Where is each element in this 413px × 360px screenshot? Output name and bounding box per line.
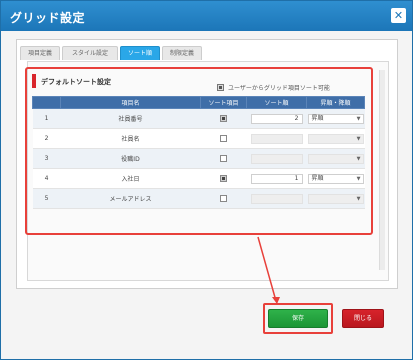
- field-name: 役職ID: [60, 148, 201, 169]
- direction-cell: 昇順 ▼: [306, 168, 365, 189]
- section-title: デフォルトソート設定: [41, 78, 111, 86]
- tab-restriction-definition[interactable]: 制限定義: [162, 46, 202, 60]
- sort-order-cell: [246, 128, 307, 149]
- column-header-no: [32, 96, 61, 109]
- direction-select[interactable]: 昇順 ▼: [307, 113, 364, 124]
- sort-order-input[interactable]: [250, 133, 303, 144]
- direction-cell: 昇順 ▼: [306, 108, 365, 129]
- sort-checkbox-cell: [200, 108, 247, 129]
- user-sort-option[interactable]: ユーザーからグリッド項目ソート可能: [217, 83, 330, 92]
- row-number: 4: [32, 168, 61, 189]
- column-header-sort-order: ソート順: [246, 96, 307, 109]
- column-header-field-name: 項目名: [60, 96, 201, 109]
- titlebar: グリッド設定 ✕: [1, 1, 412, 31]
- sort-checkbox[interactable]: [220, 155, 227, 162]
- field-name: 社員名: [60, 128, 201, 149]
- sort-checkbox-cell: [200, 128, 247, 149]
- sort-checkbox[interactable]: [220, 195, 227, 202]
- scrollbar[interactable]: [379, 70, 385, 270]
- row-number: 1: [32, 108, 61, 129]
- direction-value: 昇順: [311, 114, 324, 122]
- grid-settings-dialog: グリッド設定 ✕ 項目定義 スタイル設定 ソート順 制限定義 デフォルトソート設…: [0, 0, 413, 360]
- table-row: 5 メールアドレス ▼: [32, 188, 365, 209]
- sort-checkbox[interactable]: [220, 135, 227, 142]
- sort-order-cell: [246, 148, 307, 169]
- sort-checkbox-cell: [200, 188, 247, 209]
- direction-select[interactable]: ▼: [307, 153, 364, 164]
- field-name: メールアドレス: [60, 188, 201, 209]
- column-header-direction: 昇順・降順: [306, 96, 365, 109]
- close-icon[interactable]: ✕: [391, 8, 406, 23]
- table-row: 2 社員名 ▼: [32, 128, 365, 149]
- chevron-down-icon: ▼: [356, 135, 361, 142]
- chevron-down-icon: ▼: [356, 195, 361, 202]
- chevron-down-icon: ▼: [356, 175, 361, 182]
- tab-style-settings[interactable]: スタイル設定: [62, 46, 118, 60]
- table-row: 4 入社日 1 昇順 ▼: [32, 168, 365, 189]
- dialog-title: グリッド設定: [10, 11, 86, 25]
- direction-select[interactable]: ▼: [307, 133, 364, 144]
- row-number: 3: [32, 148, 61, 169]
- direction-select[interactable]: ▼: [307, 193, 364, 204]
- sort-order-cell: 2: [246, 108, 307, 129]
- sort-order-input[interactable]: [250, 153, 303, 164]
- sort-checkbox-cell: [200, 168, 247, 189]
- table-row: 1 社員番号 2 昇順 ▼: [32, 108, 365, 129]
- field-name: 社員番号: [60, 108, 201, 129]
- sort-order-cell: [246, 188, 307, 209]
- tab-field-definition[interactable]: 項目定義: [20, 46, 60, 60]
- section-marker: [32, 74, 36, 88]
- sort-order-input[interactable]: [250, 193, 303, 204]
- table-header-row: 項目名 ソート項目 ソート順 昇順・降順: [32, 96, 365, 109]
- table-row: 3 役職ID ▼: [32, 148, 365, 169]
- sort-order-input[interactable]: 1: [250, 173, 303, 184]
- close-button[interactable]: 閉じる: [342, 309, 384, 328]
- user-sort-label: ユーザーからグリッド項目ソート可能: [228, 85, 330, 92]
- direction-select[interactable]: 昇順 ▼: [307, 173, 364, 184]
- direction-value: 昇順: [311, 174, 324, 182]
- direction-cell: ▼: [306, 148, 365, 169]
- sort-settings-table: 項目名 ソート項目 ソート順 昇順・降順 1 社員番号 2 昇順 ▼ 2 社員名 …: [32, 96, 365, 209]
- chevron-down-icon: ▼: [356, 115, 361, 122]
- sort-checkbox[interactable]: [220, 175, 227, 182]
- save-button[interactable]: 保存: [268, 309, 328, 328]
- column-header-sort-field: ソート項目: [200, 96, 247, 109]
- field-name: 入社日: [60, 168, 201, 189]
- sort-order-cell: 1: [246, 168, 307, 189]
- row-number: 5: [32, 188, 61, 209]
- direction-cell: ▼: [306, 188, 365, 209]
- sort-checkbox[interactable]: [220, 115, 227, 122]
- row-number: 2: [32, 128, 61, 149]
- chevron-down-icon: ▼: [356, 155, 361, 162]
- direction-cell: ▼: [306, 128, 365, 149]
- sort-checkbox-cell: [200, 148, 247, 169]
- user-sort-checkbox[interactable]: [217, 84, 224, 91]
- sort-order-input[interactable]: 2: [250, 113, 303, 124]
- tab-sort-order[interactable]: ソート順: [120, 46, 160, 60]
